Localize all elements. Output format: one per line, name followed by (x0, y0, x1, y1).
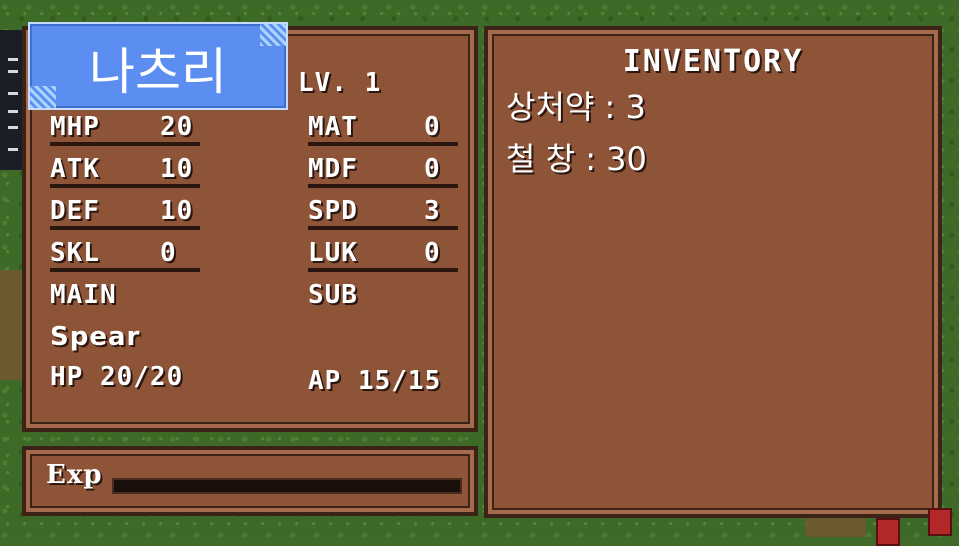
inventory-item[interactable]: 상처약 : 3 (506, 82, 646, 128)
stat-value-mdf: 0 (424, 154, 441, 184)
stat-value-mhp: 20 (160, 112, 194, 142)
ap-text: AP 15/15 (308, 366, 442, 396)
stat-label-spd: SPD (308, 196, 358, 226)
main-weapon-label: MAIN (50, 280, 117, 310)
stat-value-skl: 0 (160, 238, 177, 268)
stat-underline (308, 226, 458, 230)
stat-label-mat: MAT (308, 112, 358, 142)
main-weapon-value: Spear (50, 322, 141, 352)
enemy-soldier-sprite[interactable] (928, 508, 952, 536)
dirt-patch (806, 515, 866, 537)
hp-text: HP 20/20 (50, 362, 184, 392)
exp-bar (112, 478, 462, 494)
character-name-tag: 나츠리 (28, 22, 288, 110)
stat-underline (50, 142, 200, 146)
sub-weapon-label: SUB (308, 280, 358, 310)
stat-label-mdf: MDF (308, 154, 358, 184)
stat-underline (50, 226, 200, 230)
inventory-title: INVENTORY (622, 44, 804, 79)
level-text: LV. 1 (298, 68, 382, 98)
stat-label-luk: LUK (308, 238, 358, 268)
stat-label-mhp: MHP (50, 112, 100, 142)
stat-value-atk: 10 (160, 154, 194, 184)
stat-label-atk: ATK (50, 154, 100, 184)
inventory-panel: INVENTORY 상처약 : 3 철 창 : 30 (484, 26, 942, 518)
exp-label: Exp (46, 460, 103, 490)
stat-underline (308, 268, 458, 272)
stat-value-mat: 0 (424, 112, 441, 142)
stat-underline (308, 142, 458, 146)
stat-label-skl: SKL (50, 238, 100, 268)
stat-label-def: DEF (50, 196, 100, 226)
stat-value-def: 10 (160, 196, 194, 226)
inventory-item[interactable]: 철 창 : 30 (506, 134, 647, 180)
enemy-soldier-sprite[interactable] (876, 518, 900, 546)
stat-underline (308, 184, 458, 188)
character-name: 나츠리 (89, 43, 227, 101)
stat-underline (50, 268, 200, 272)
stat-value-spd: 3 (424, 196, 441, 226)
stat-value-luk: 0 (424, 238, 441, 268)
stat-underline (50, 184, 200, 188)
